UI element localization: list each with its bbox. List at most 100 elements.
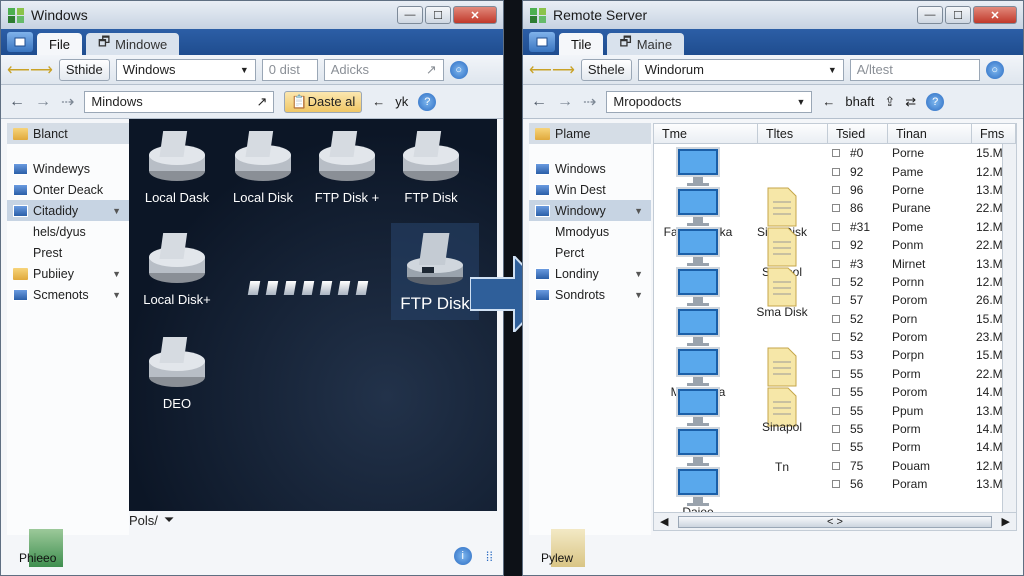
monitor-item[interactable] [658,386,738,431]
back-icon[interactable] [529,32,555,52]
row-checkbox[interactable] [832,369,840,378]
view-dropdown[interactable]: Windorum ▼ [637,58,844,81]
sidebar-item[interactable]: hels/dyus [7,221,129,242]
title-bar[interactable]: Windows — ☐ ✕ [1,1,503,29]
table-cell-id[interactable]: 55 [832,438,892,456]
tab-window[interactable]: 🗗 Mindowe [85,33,180,55]
table-cell-id[interactable]: 52 [832,310,892,328]
back-icon[interactable] [7,32,33,52]
sidebar-item[interactable]: Perct [529,242,651,263]
table-cell-id[interactable]: 96 [832,181,892,199]
row-checkbox[interactable] [832,406,840,415]
sidebar-item[interactable]: Londiny ▼ [529,263,651,284]
sidebar-item-home[interactable]: Plame [529,123,651,144]
action-label[interactable]: bhaft [845,94,874,109]
table-cell-id[interactable]: #0 [832,144,892,162]
maximize-button[interactable]: ☐ [425,6,451,24]
row-checkbox[interactable] [832,241,840,250]
file-item[interactable]: Sma Disk [742,266,822,319]
disk-item[interactable]: FTP Disk [389,125,473,205]
back-arrow-icon[interactable]: ← [372,94,385,109]
table-cell-id[interactable]: 75 [832,457,892,475]
toolbar-button[interactable]: Sthide [58,58,110,81]
row-checkbox[interactable] [832,222,840,231]
row-checkbox[interactable] [832,443,840,452]
search-input[interactable]: A/ltest [849,58,980,81]
search-icon[interactable]: ○ [985,60,1004,79]
back-arrow-icon[interactable]: ← [9,93,25,111]
maximize-button[interactable]: ☐ [945,6,971,24]
vertical-scrollbar[interactable] [1002,144,1016,512]
view-dropdown[interactable]: Windows ▼ [115,58,256,81]
row-checkbox[interactable] [832,425,840,434]
tab-file[interactable]: Tile [559,33,604,55]
filter-field[interactable]: 0 dist [261,58,318,81]
share-icon[interactable]: ⇪ [884,94,895,110]
disk-item-selected[interactable]: FTP Disk [391,223,479,320]
row-checkbox[interactable] [832,204,840,213]
row-checkbox[interactable] [832,333,840,342]
grid-icon[interactable]: ⁞⁞ [486,549,493,564]
path-field[interactable]: Mropodocts ▼ [606,90,813,113]
column-header[interactable]: Tme [654,124,758,143]
table-cell-id[interactable]: 55 [832,365,892,383]
toolbar-button[interactable]: Sthele [580,58,632,81]
row-checkbox[interactable] [832,277,840,286]
table-cell-id[interactable]: 56 [832,475,892,493]
sidebar-item[interactable]: Win Dest [529,179,651,200]
minimize-button[interactable]: — [917,6,943,24]
table-cell-id[interactable]: 55 [832,420,892,438]
sidebar-item-home[interactable]: Blanct [7,123,129,144]
sidebar-item[interactable]: Windows [529,158,651,179]
table-cell-id[interactable]: 53 [832,346,892,364]
back-forward-icon[interactable]: ⟵⟶ [7,60,53,80]
row-checkbox[interactable] [832,388,840,397]
sidebar-item[interactable]: Scmenots ▼ [7,284,129,305]
title-bar[interactable]: Remote Server — ☐ ✕ [523,1,1023,29]
disk-item[interactable]: DEO [135,331,219,411]
scroll-right-icon[interactable]: ▶ [1002,515,1010,528]
back-arrow-icon[interactable]: ← [822,94,835,109]
scroll-thumb[interactable]: < > [678,515,992,528]
column-header[interactable]: Fms [972,124,1016,143]
sidebar-item[interactable]: Mmodyus [529,221,651,242]
row-checkbox[interactable] [832,461,840,470]
table-cell-id[interactable]: 92 [832,236,892,254]
sidebar-item[interactable]: Windewys [7,158,129,179]
row-checkbox[interactable] [832,149,840,158]
row-checkbox[interactable] [832,296,840,305]
row-checkbox[interactable] [832,480,840,489]
help-icon[interactable]: ? [926,92,945,111]
forward-arrow-icon[interactable]: → [35,93,51,111]
paste-button[interactable]: 📋 Daste al [284,90,363,113]
path-field[interactable]: Mindows ↗ [84,90,275,113]
row-checkbox[interactable] [832,314,840,323]
help-icon[interactable]: ? [418,92,437,111]
action-label[interactable]: yk [395,94,408,109]
back-arrow-icon[interactable]: ← [531,93,547,111]
minimize-button[interactable]: — [397,6,423,24]
up-arrow-icon[interactable]: ⇢ [61,92,74,112]
info-icon[interactable]: i [453,547,472,565]
tab-file[interactable]: File [37,33,82,55]
table-cell-id[interactable]: 52 [832,328,892,346]
column-header[interactable]: Tinan [888,124,972,143]
row-checkbox[interactable] [832,259,840,268]
disk-item[interactable]: Local Dask [135,125,219,205]
scroll-left-icon[interactable]: ◀ [660,515,668,528]
table-cell-id[interactable]: 57 [832,291,892,309]
forward-arrow-icon[interactable]: → [557,93,573,111]
row-checkbox[interactable] [832,167,840,176]
sidebar-item-selected[interactable]: Windowy ▼ [529,200,651,221]
row-checkbox[interactable] [832,185,840,194]
table-cell-id[interactable]: #3 [832,254,892,272]
table-cell-id[interactable]: 86 [832,199,892,217]
file-item[interactable]: Sinapol [742,420,822,434]
column-header[interactable]: Tltes [758,124,828,143]
search-input[interactable]: Adicks ↗ [323,58,444,81]
up-arrow-icon[interactable]: ⇢ [583,92,596,112]
table-cell-id[interactable]: 55 [832,401,892,419]
sidebar-item-selected[interactable]: Citadidy ▼ [7,200,129,221]
filter-icon[interactable]: ⏷ [164,512,174,528]
tab-window[interactable]: 🗗 Maine [607,33,685,55]
